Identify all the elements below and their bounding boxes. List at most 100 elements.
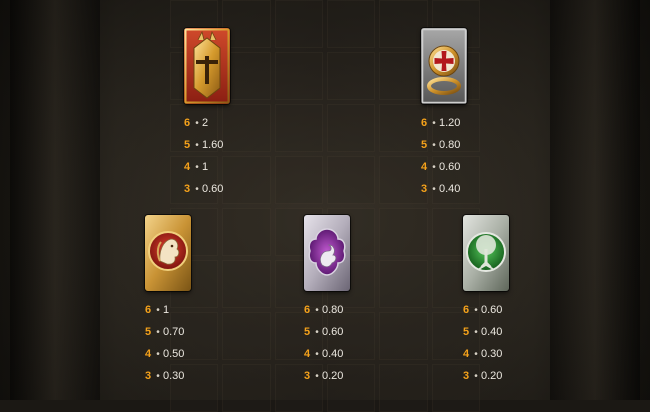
reel-cell (274, 156, 323, 204)
pay-symbol-count: 3 (421, 183, 428, 195)
pay-multiplier-value: 0.50 (163, 348, 185, 360)
pay-row: 5 • 1.60 (184, 134, 230, 156)
pay-symbol-count: 6 (145, 304, 152, 316)
pay-row: 4 • 1 (184, 156, 230, 178)
pay-separator: • (474, 327, 478, 338)
pay-row: 3 • 0.20 (304, 365, 350, 387)
pay-separator: • (432, 162, 436, 173)
pay-separator: • (156, 327, 160, 338)
pay-list: 6 • 2 5 • 1.60 4 • 1 3 • 0.60 (184, 112, 230, 200)
pay-separator: • (432, 184, 436, 195)
pay-list: 6 • 1 5 • 0.70 4 • 0.50 3 • 0.30 (145, 299, 191, 387)
pay-separator: • (195, 118, 199, 129)
pay-multiplier-value: 0.60 (439, 161, 461, 173)
tree-of-life-icon (463, 215, 509, 291)
pay-row: 3 • 0.60 (184, 178, 230, 200)
pay-multiplier-value: 2 (202, 117, 209, 129)
pay-multiplier-value: 0.70 (163, 326, 185, 338)
pay-row: 5 • 0.70 (145, 321, 191, 343)
pay-row: 6 • 0.60 (463, 299, 509, 321)
pay-symbol-count: 5 (304, 326, 311, 338)
reel-cell (379, 312, 428, 360)
pay-separator: • (432, 118, 436, 129)
knight-helmet-icon (184, 28, 230, 104)
pay-symbol-count: 6 (463, 304, 470, 316)
pay-symbol-count: 4 (145, 348, 152, 360)
reel-cell (326, 104, 376, 152)
pay-separator: • (474, 349, 478, 360)
pay-row: 4 • 0.50 (145, 343, 191, 365)
pay-symbol-count: 6 (304, 304, 311, 316)
pay-row: 6 • 1.20 (421, 112, 467, 134)
pay-separator: • (195, 184, 199, 195)
reel-cell (326, 52, 376, 100)
pay-symbol-count: 3 (145, 370, 152, 382)
pay-separator: • (315, 305, 319, 316)
reel-cell (222, 208, 271, 256)
pay-symbol-count: 6 (421, 117, 428, 129)
left-pillar-decoration (10, 0, 100, 400)
pay-separator: • (474, 305, 478, 316)
lion-crest-icon (145, 215, 191, 291)
pay-row: 6 • 1 (145, 299, 191, 321)
pay-symbol-count: 4 (304, 348, 311, 360)
pay-separator: • (432, 140, 436, 151)
pay-symbol-count: 3 (463, 370, 470, 382)
pay-multiplier-value: 0.30 (163, 370, 185, 382)
pay-multiplier-value: 0.60 (322, 326, 344, 338)
pay-multiplier-value: 0.40 (322, 348, 344, 360)
pay-symbol-count: 4 (184, 161, 191, 173)
pay-separator: • (195, 140, 199, 151)
pay-symbol-count: 3 (304, 370, 311, 382)
pay-separator: • (474, 371, 478, 382)
dragon-emblem-icon (304, 215, 350, 291)
pay-symbol-count: 3 (184, 183, 191, 195)
pay-row: 6 • 0.80 (304, 299, 350, 321)
pay-multiplier-value: 0.40 (439, 183, 461, 195)
pay-row: 5 • 0.60 (304, 321, 350, 343)
pay-symbol-count: 5 (421, 139, 428, 151)
pay-multiplier-value: 0.80 (439, 139, 461, 151)
pay-multiplier-value: 0.40 (481, 326, 503, 338)
pay-multiplier-value: 1 (163, 304, 170, 316)
pay-row: 4 • 0.40 (304, 343, 350, 365)
reel-cell (274, 0, 323, 48)
pay-separator: • (156, 349, 160, 360)
pay-multiplier-value: 1 (202, 161, 209, 173)
reel-cell (379, 260, 428, 308)
reel-cell (222, 364, 271, 412)
pay-symbol-count: 5 (463, 326, 470, 338)
pay-row: 3 • 0.20 (463, 365, 509, 387)
pay-row: 3 • 0.30 (145, 365, 191, 387)
pay-multiplier-value: 0.20 (322, 370, 344, 382)
pay-symbol-count: 4 (421, 161, 428, 173)
pay-multiplier-value: 0.80 (322, 304, 344, 316)
reel-cell (274, 52, 323, 100)
reel-cell (379, 208, 428, 256)
pay-list: 6 • 0.80 5 • 0.60 4 • 0.40 3 • 0.20 (304, 299, 350, 387)
pay-separator: • (156, 305, 160, 316)
pay-list: 6 • 1.20 5 • 0.80 4 • 0.60 3 • 0.40 (421, 112, 467, 200)
pay-symbol-count: 4 (463, 348, 470, 360)
pay-multiplier-value: 1.60 (202, 139, 224, 151)
pay-row: 5 • 0.80 (421, 134, 467, 156)
pay-separator: • (195, 162, 199, 173)
reel-cell (379, 364, 428, 412)
pay-multiplier-value: 0.30 (481, 348, 503, 360)
pay-multiplier-value: 0.20 (481, 370, 503, 382)
reel-cell (274, 104, 323, 152)
reel-cell (326, 156, 376, 204)
paytable-entry-templar-ring: 6 • 1.20 5 • 0.80 4 • 0.60 3 • 0.40 (421, 28, 467, 200)
pay-row: 4 • 0.30 (463, 343, 509, 365)
pay-row: 6 • 2 (184, 112, 230, 134)
paytable-entry-dragon-emblem: 6 • 0.80 5 • 0.60 4 • 0.40 3 • 0.20 (304, 215, 350, 387)
pay-multiplier-value: 0.60 (202, 183, 224, 195)
pay-separator: • (315, 371, 319, 382)
pay-row: 3 • 0.40 (421, 178, 467, 200)
reel-cell (222, 260, 271, 308)
paytable-entry-tree-of-life: 6 • 0.60 5 • 0.40 4 • 0.30 3 • 0.20 (463, 215, 509, 387)
paytable-entry-lion-crest: 6 • 1 5 • 0.70 4 • 0.50 3 • 0.30 (145, 215, 191, 387)
pay-symbol-count: 5 (145, 326, 152, 338)
pay-row: 4 • 0.60 (421, 156, 467, 178)
pay-multiplier-value: 1.20 (439, 117, 461, 129)
